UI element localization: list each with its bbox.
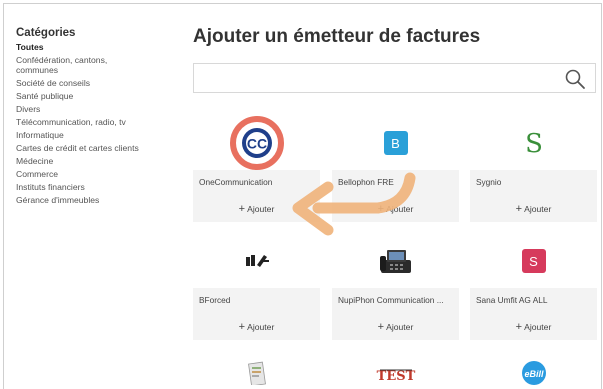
- biller-card: S Sygnio + Ajouter: [470, 116, 597, 222]
- biller-card: NupiPhon Communication ... + Ajouter: [332, 234, 459, 340]
- plus-icon: +: [515, 321, 523, 333]
- cc-logo-text: CC: [246, 136, 266, 152]
- plus-icon: +: [515, 203, 523, 215]
- category-real-estate[interactable]: Gérance d'immeubles: [16, 195, 176, 208]
- add-label: Ajouter: [386, 322, 414, 332]
- plus-icon: +: [377, 321, 385, 333]
- add-biller-button[interactable]: + Ajouter: [193, 321, 320, 333]
- add-label: Ajouter: [524, 204, 552, 214]
- biller-name: NupiPhon Communication ...: [338, 295, 444, 305]
- biller-logo: [193, 354, 320, 388]
- biller-card: [193, 354, 320, 388]
- add-label: Ajouter: [247, 204, 275, 214]
- bforced-logo-icon: [245, 255, 269, 267]
- plus-icon: +: [377, 203, 385, 215]
- b-badge-icon: B: [383, 131, 408, 155]
- biller-logo: [193, 234, 320, 288]
- cc-logo-icon: CC: [241, 128, 272, 158]
- category-credit-cards[interactable]: Cartes de crédit et cartes clients: [16, 143, 176, 156]
- search-bar: [193, 63, 596, 94]
- add-label: Ajouter: [524, 322, 552, 332]
- add-biller-button[interactable]: + Ajouter: [193, 203, 320, 215]
- add-biller-button[interactable]: + Ajouter: [332, 321, 459, 333]
- biller-name: Sygnio: [476, 177, 502, 187]
- ebill-logo-icon: eBill: [521, 361, 546, 385]
- document-icon: [247, 361, 266, 385]
- test-logo-text: TEST: [376, 369, 415, 384]
- plus-icon: +: [238, 203, 246, 215]
- search-icon[interactable]: [563, 67, 587, 91]
- biller-logo: CC: [193, 116, 320, 170]
- add-label: Ajouter: [247, 322, 275, 332]
- category-sidebar: Catégories Toutes Confédération, cantons…: [16, 27, 176, 208]
- add-biller-button[interactable]: + Ajouter: [470, 321, 597, 333]
- biller-logo: B: [332, 116, 459, 170]
- biller-name: Sana Umfit AG ALL: [476, 295, 548, 305]
- page-title: Ajouter un émetteur de factures: [193, 26, 481, 47]
- biller-logo: [332, 234, 459, 288]
- add-label: Ajouter: [386, 204, 414, 214]
- biller-card: eBill: [470, 354, 597, 388]
- biller-name: BForced: [199, 295, 231, 305]
- biller-logo: S: [470, 234, 597, 288]
- search-input[interactable]: [194, 64, 558, 94]
- biller-name: Bellophon FRE: [338, 177, 394, 187]
- category-consulting[interactable]: Société de conseils: [16, 78, 176, 91]
- biller-card: BForced + Ajouter: [193, 234, 320, 340]
- sidebar-title: Catégories: [16, 27, 76, 39]
- category-telecom[interactable]: Télécommunication, radio, tv: [16, 117, 176, 130]
- category-all[interactable]: Toutes: [16, 42, 176, 55]
- biller-card: CC OneCommunication + Ajouter: [193, 116, 320, 222]
- s-script-icon: S: [525, 129, 543, 158]
- s-badge-icon: S: [521, 249, 546, 273]
- category-confederation-cont[interactable]: communes: [16, 65, 176, 78]
- category-confederation[interactable]: Confédération, cantons,: [16, 55, 176, 65]
- biller-name: OneCommunication: [199, 177, 273, 187]
- category-medicine[interactable]: Médecine: [16, 156, 176, 169]
- biller-logo: S: [470, 116, 597, 170]
- s-script-text: S: [525, 129, 543, 158]
- biller-logo: eBill: [470, 354, 597, 388]
- add-biller-button[interactable]: + Ajouter: [332, 203, 459, 215]
- biller-card: B Bellophon FRE + Ajouter: [332, 116, 459, 222]
- category-misc[interactable]: Divers: [16, 104, 176, 117]
- biller-card: S Sana Umfit AG ALL + Ajouter: [470, 234, 597, 340]
- category-public-health[interactable]: Santé publique: [16, 91, 176, 104]
- biller-logo: TEST: [332, 354, 459, 388]
- category-it[interactable]: Informatique: [16, 130, 176, 143]
- add-biller-button[interactable]: + Ajouter: [470, 203, 597, 215]
- test-logo-icon: TEST: [376, 369, 415, 384]
- desk-phone-icon: [379, 250, 411, 273]
- category-commerce[interactable]: Commerce: [16, 169, 176, 182]
- plus-icon: +: [238, 321, 246, 333]
- ebill-logo-text: eBill: [524, 369, 544, 379]
- category-financial[interactable]: Instituts financiers: [16, 182, 176, 195]
- biller-card: TEST: [332, 354, 459, 388]
